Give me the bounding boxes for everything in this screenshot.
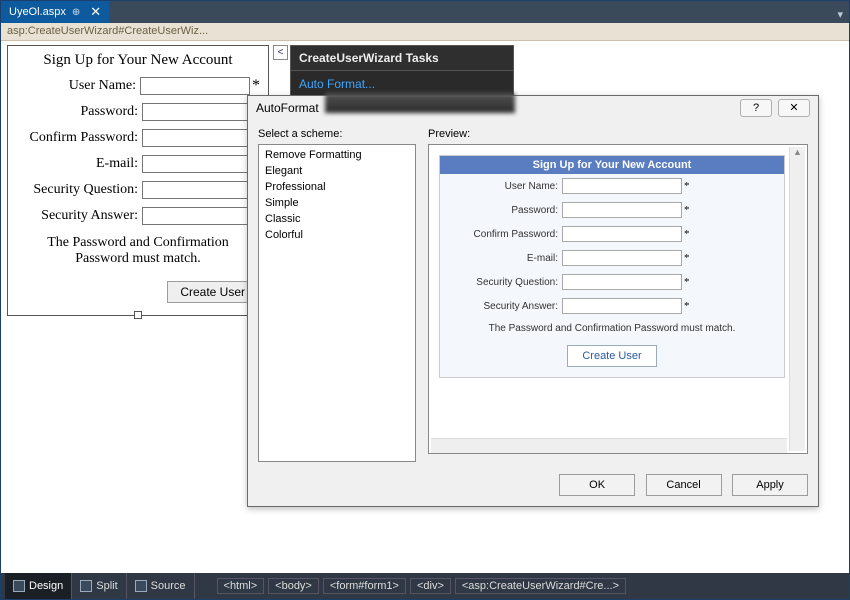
pv-label-email: E-mail: bbox=[446, 253, 558, 264]
pv-label-answer: Security Answer: bbox=[446, 301, 558, 312]
split-view-icon bbox=[80, 580, 92, 592]
pv-input-email bbox=[562, 250, 682, 266]
tab-dropdown-icon[interactable]: ▾ bbox=[831, 6, 849, 23]
preview-horiz-scrollbar[interactable] bbox=[431, 438, 787, 454]
pv-input-question bbox=[562, 274, 682, 290]
pv-input-password bbox=[562, 202, 682, 218]
preview-label: Preview: bbox=[428, 128, 808, 140]
create-user-wizard-control[interactable]: Sign Up for Your New Account User Name: … bbox=[7, 45, 269, 316]
pv-ast: * bbox=[684, 228, 690, 240]
scheme-item-classic[interactable]: Classic bbox=[259, 211, 415, 227]
chevron-left-icon: < bbox=[278, 47, 284, 58]
view-design-tab[interactable]: Design bbox=[5, 573, 71, 599]
statusbar: Design Split Source <html> <body> <form#… bbox=[1, 573, 849, 599]
create-user-button[interactable]: Create User bbox=[167, 281, 258, 303]
document-tab[interactable]: UyeOl.aspx ⊕ ✕ bbox=[1, 1, 109, 23]
input-confirm[interactable] bbox=[142, 129, 252, 147]
scheme-item-professional[interactable]: Professional bbox=[259, 179, 415, 195]
source-view-icon bbox=[135, 580, 147, 592]
pv-label-question: Security Question: bbox=[446, 277, 558, 288]
wizard-message: The Password and Confirmation Password m… bbox=[8, 229, 268, 273]
view-source-tab[interactable]: Source bbox=[127, 573, 194, 599]
autoformat-dialog: AutoFormat ? ✕ Select a scheme: Remove F… bbox=[247, 95, 819, 507]
required-asterisk: * bbox=[252, 77, 260, 95]
preview-header: Sign Up for Your New Account bbox=[440, 156, 784, 174]
label-confirm: Confirm Password: bbox=[16, 130, 138, 146]
label-username: User Name: bbox=[16, 78, 136, 94]
scroll-up-icon[interactable]: ▲ bbox=[790, 147, 805, 163]
label-question: Security Question: bbox=[16, 182, 138, 198]
tag-path-body[interactable]: <body> bbox=[268, 578, 319, 594]
scheme-item-elegant[interactable]: Elegant bbox=[259, 163, 415, 179]
tag-path-wizard[interactable]: <asp:CreateUserWizard#Cre...> bbox=[455, 578, 626, 594]
pv-input-confirm bbox=[562, 226, 682, 242]
tasks-panel-title: CreateUserWizard Tasks bbox=[291, 46, 513, 71]
control-breadcrumb[interactable]: asp:CreateUserWizard#CreateUserWiz... bbox=[1, 23, 849, 41]
scheme-item-simple[interactable]: Simple bbox=[259, 195, 415, 211]
pv-ast: * bbox=[684, 300, 690, 312]
scheme-list[interactable]: Remove Formatting Elegant Professional S… bbox=[258, 144, 416, 462]
view-split-tab[interactable]: Split bbox=[72, 573, 125, 599]
pv-input-username bbox=[562, 178, 682, 194]
pv-input-answer bbox=[562, 298, 682, 314]
apply-button[interactable]: Apply bbox=[732, 474, 808, 496]
document-tab-filename: UyeOl.aspx bbox=[9, 6, 66, 18]
ok-button[interactable]: OK bbox=[559, 474, 635, 496]
pv-ast: * bbox=[684, 180, 690, 192]
label-email: E-mail: bbox=[16, 156, 138, 172]
pin-icon[interactable]: ⊕ bbox=[72, 7, 80, 18]
design-view-icon bbox=[13, 580, 25, 592]
dialog-close-button[interactable]: ✕ bbox=[778, 99, 810, 117]
cancel-button[interactable]: Cancel bbox=[646, 474, 722, 496]
preview-wizard: Sign Up for Your New Account User Name: *… bbox=[439, 155, 785, 378]
document-tab-strip: UyeOl.aspx ⊕ ✕ ▾ bbox=[1, 1, 849, 23]
view-design-label: Design bbox=[29, 580, 63, 592]
pv-ast: * bbox=[684, 276, 690, 288]
tag-path-html[interactable]: <html> bbox=[217, 578, 265, 594]
pv-label-username: User Name: bbox=[446, 181, 558, 192]
dialog-button-row: OK Cancel Apply bbox=[248, 468, 818, 506]
dialog-help-button[interactable]: ? bbox=[740, 99, 772, 117]
scheme-item-remove[interactable]: Remove Formatting bbox=[259, 147, 415, 163]
wizard-header: Sign Up for Your New Account bbox=[8, 46, 268, 73]
scheme-item-colorful[interactable]: Colorful bbox=[259, 227, 415, 243]
pv-label-password: Password: bbox=[446, 205, 558, 216]
tag-path-form[interactable]: <form#form1> bbox=[323, 578, 406, 594]
input-username[interactable] bbox=[140, 77, 250, 95]
input-answer[interactable] bbox=[142, 207, 252, 225]
label-answer: Security Answer: bbox=[16, 208, 138, 224]
preview-create-user-button: Create User bbox=[567, 345, 656, 367]
preview-pane: Sign Up for Your New Account User Name: *… bbox=[428, 144, 808, 454]
design-surface[interactable]: Sign Up for Your New Account User Name: … bbox=[1, 41, 849, 573]
tag-path-div[interactable]: <div> bbox=[410, 578, 451, 594]
pv-ast: * bbox=[684, 252, 690, 264]
label-password: Password: bbox=[16, 104, 138, 120]
dialog-title-text: AutoFormat bbox=[256, 101, 319, 115]
preview-message: The Password and Confirmation Password m… bbox=[440, 318, 784, 339]
input-password[interactable] bbox=[142, 103, 252, 121]
close-tab-icon[interactable]: ✕ bbox=[90, 4, 101, 20]
view-source-label: Source bbox=[151, 580, 186, 592]
redacted-strip bbox=[325, 93, 515, 113]
view-split-label: Split bbox=[96, 580, 117, 592]
input-question[interactable] bbox=[142, 181, 252, 199]
smart-tag-toggle[interactable]: < bbox=[273, 45, 288, 60]
pv-ast: * bbox=[684, 204, 690, 216]
scheme-list-label: Select a scheme: bbox=[258, 128, 416, 140]
pv-label-confirm: Confirm Password: bbox=[446, 229, 558, 240]
preview-vert-scrollbar[interactable]: ▲ bbox=[789, 147, 805, 451]
input-email[interactable] bbox=[142, 155, 252, 173]
